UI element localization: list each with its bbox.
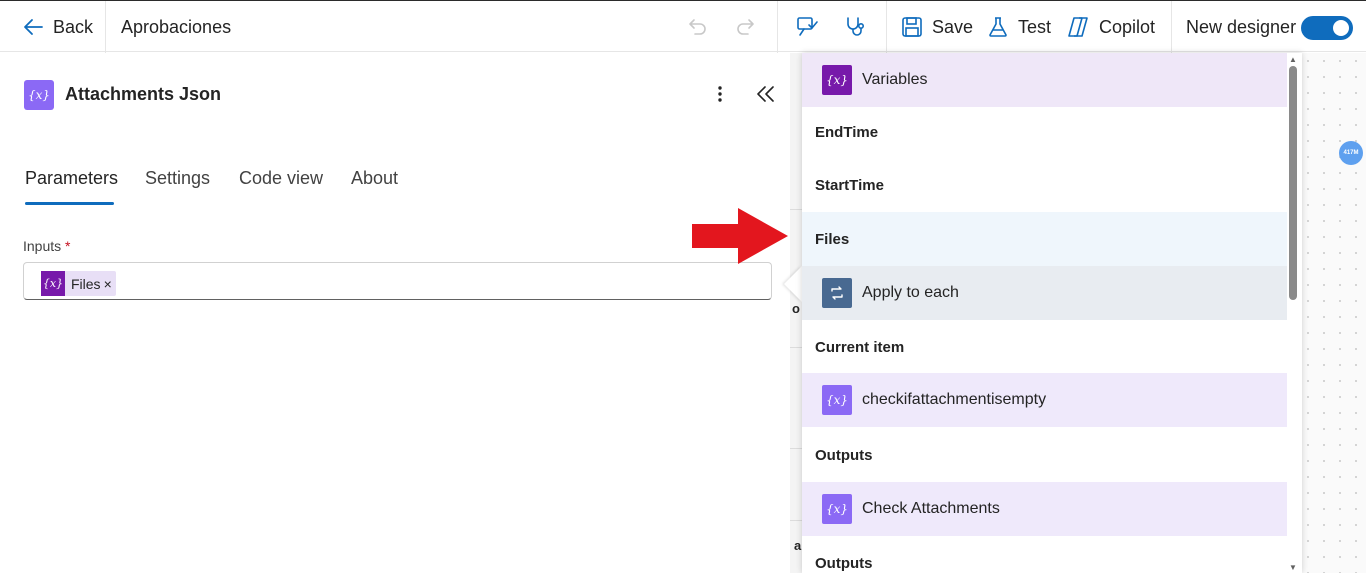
copilot-label: Copilot (1099, 16, 1156, 37)
canvas-node-text: o (792, 301, 800, 316)
dropdown-item[interactable]: StartTime (802, 158, 1287, 212)
dropdown-item[interactable]: Outputs (802, 536, 1287, 573)
dropdown-item[interactable]: Outputs (802, 428, 1287, 482)
variable-icon: {x} (822, 494, 852, 524)
flow-checker-button[interactable] (795, 1, 819, 53)
more-options-button[interactable] (710, 84, 730, 109)
tab-parameters[interactable]: Parameters (25, 168, 118, 189)
scroll-up-icon[interactable]: ▲ (1289, 55, 1297, 64)
copilot-button[interactable]: Copilot (1066, 1, 1155, 53)
save-label: Save (932, 16, 974, 37)
toggle-knob (1333, 20, 1349, 36)
variable-icon: {x} (822, 65, 852, 95)
designer-canvas[interactable] (1300, 53, 1366, 573)
variable-icon: {x} (41, 271, 65, 296)
copilot-icon (1066, 15, 1090, 39)
dropdown-group-header[interactable]: Apply to each (802, 266, 1287, 320)
collapse-panel-button[interactable] (755, 84, 777, 109)
dropdown-group-header[interactable]: {x} Check Attachments (802, 482, 1287, 536)
undo-button[interactable] (686, 1, 708, 53)
active-tab-indicator (25, 202, 114, 205)
dropdown-item[interactable]: EndTime (802, 105, 1287, 159)
action-details-panel (5, 53, 790, 573)
dropdown-pointer (784, 266, 802, 302)
save-icon (901, 16, 923, 38)
new-designer-toggle[interactable] (1301, 16, 1353, 40)
dropdown-group-label: checkifattachmentisempty (862, 391, 1047, 408)
double-chevron-left-icon (757, 86, 774, 102)
top-toolbar: Back Aprobaciones Save Test Copilot New … (0, 0, 1366, 53)
token-label: Files (71, 275, 101, 292)
loop-icon (822, 278, 852, 308)
dropdown-group-label: Check Attachments (862, 500, 1000, 517)
canvas-node-badge[interactable]: 417M (1339, 141, 1363, 165)
variable-icon: {x} (24, 80, 54, 110)
dropdown-scrollbar[interactable] (1289, 66, 1297, 300)
inputs-field[interactable]: {x} Files × (23, 262, 772, 300)
tab-code-view[interactable]: Code view (239, 168, 323, 189)
redo-button[interactable] (735, 1, 757, 53)
canvas-node-text: a (794, 538, 802, 553)
test-label: Test (1018, 16, 1052, 37)
variable-icon: {x} (822, 385, 852, 415)
test-button[interactable]: Test (987, 1, 1051, 53)
flow-name: Aprobaciones (121, 16, 232, 37)
dropdown-group-label: Variables (862, 71, 928, 88)
dropdown-group-header[interactable]: {x} Variables (802, 53, 1287, 107)
red-arrow-annotation (692, 208, 788, 264)
tab-settings[interactable]: Settings (145, 168, 210, 189)
dropdown-group-header[interactable]: {x} checkifattachmentisempty (802, 373, 1287, 427)
dynamic-content-dropdown: {x} Variables EndTime StartTime Files Apply t… (802, 53, 1302, 573)
beaker-icon (987, 16, 1009, 38)
stethoscope-icon (843, 15, 867, 39)
new-designer-label: New designer (1186, 16, 1297, 37)
undo-icon (686, 16, 708, 38)
token-remove-button[interactable]: × (104, 276, 112, 292)
back-button[interactable]: Back (22, 1, 93, 53)
more-vertical-icon (718, 86, 722, 102)
action-title[interactable]: Attachments Json (65, 84, 221, 105)
diagnostics-button[interactable] (843, 1, 867, 53)
dropdown-item[interactable]: Files (802, 212, 1287, 266)
inputs-label: Inputs * (23, 238, 71, 254)
flow-checker-icon (795, 15, 819, 39)
dropdown-item[interactable]: Current item (802, 320, 1287, 374)
files-token[interactable]: {x} Files × (41, 271, 116, 296)
dropdown-group-label: Apply to each (862, 284, 959, 301)
arrow-left-icon (22, 16, 44, 38)
save-button[interactable]: Save (901, 1, 973, 53)
back-label: Back (53, 16, 94, 37)
scroll-down-icon[interactable]: ▼ (1289, 563, 1297, 572)
tab-about[interactable]: About (351, 168, 398, 189)
redo-icon (735, 16, 757, 38)
